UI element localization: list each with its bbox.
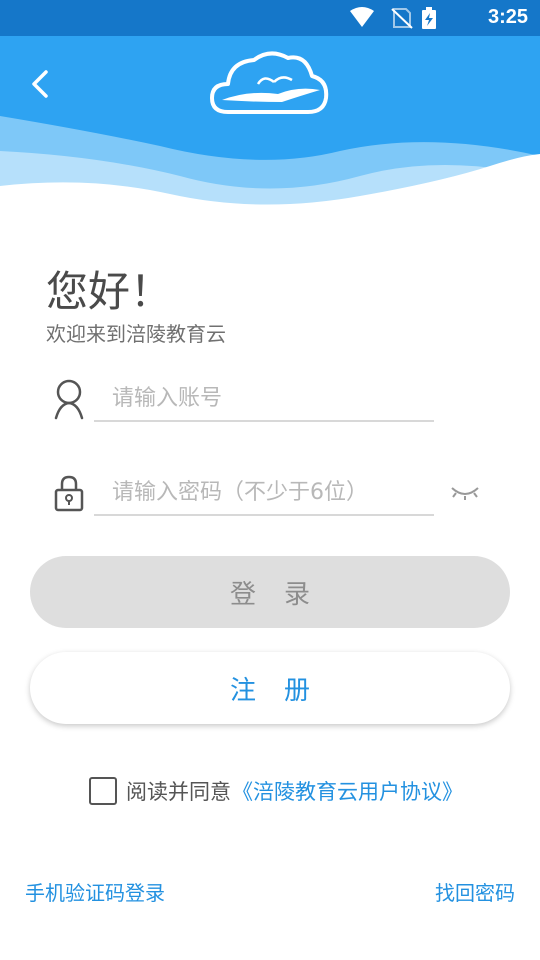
agreement-link[interactable]: 《涪陵教育云用户协议》 — [232, 776, 463, 806]
register-button-label: 注册 — [229, 675, 338, 706]
status-bar: 3:25 — [0, 0, 540, 36]
greeting-title: 您好！ — [46, 267, 173, 316]
password-input[interactable] — [94, 470, 434, 516]
lock-icon — [54, 475, 84, 512]
agreement-text: 阅读并同意 — [126, 780, 231, 804]
header-banner — [0, 36, 540, 226]
wifi-icon — [350, 7, 374, 27]
cloud-bird-logo-icon — [210, 51, 329, 114]
login-button[interactable]: 登录 — [30, 556, 510, 628]
no-sim-icon — [391, 8, 413, 29]
register-button[interactable]: 注册 — [30, 652, 510, 724]
battery-icon — [422, 7, 436, 29]
account-input[interactable] — [94, 376, 434, 422]
back-arrow-icon[interactable] — [22, 62, 62, 106]
sms-login-link[interactable]: 手机验证码登录 — [25, 877, 165, 906]
eye-closed-icon[interactable] — [448, 480, 482, 504]
user-icon — [54, 379, 84, 420]
status-icons — [350, 7, 436, 29]
find-password-link[interactable]: 找回密码 — [435, 877, 515, 906]
checkbox-unchecked-icon[interactable] — [89, 777, 117, 805]
status-time: 3:25 — [487, 6, 528, 28]
greeting-subtitle: 欢迎来到涪陵教育云 — [46, 322, 226, 346]
login-button-label: 登录 — [229, 579, 338, 610]
